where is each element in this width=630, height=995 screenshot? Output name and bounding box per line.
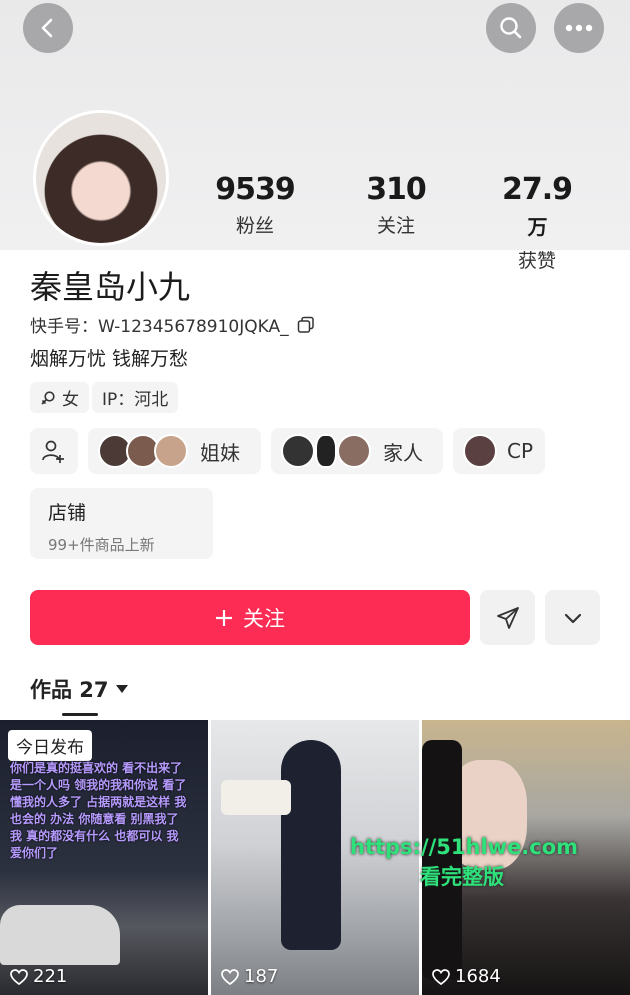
video-thumbnail[interactable]: 今日发布 你们是真的挺喜欢的 看不出来了 是一个人吗 领我的我和你说 看了 懂我… xyxy=(0,720,208,995)
add-friend-button[interactable] xyxy=(30,428,78,474)
group-avatar xyxy=(337,434,371,468)
video-likes: 187 xyxy=(221,966,278,987)
more-button[interactable] xyxy=(554,3,604,53)
avatar[interactable] xyxy=(33,110,169,246)
group-label-sisters: 姐妹 xyxy=(200,440,240,465)
today-badge: 今日发布 xyxy=(8,730,92,761)
shop-title: 店铺 xyxy=(48,502,87,524)
following-count: 310 xyxy=(366,172,427,207)
works-label: 作品 27 xyxy=(30,678,109,702)
video-likes: 221 xyxy=(10,966,67,987)
group-avatar xyxy=(315,434,337,468)
kuaishou-id: 快手号：W-12345678910JQKA_ xyxy=(30,317,289,337)
group-label-family: 家人 xyxy=(383,440,423,465)
likes-count-2: 187 xyxy=(244,966,279,987)
watermark-url: https://51hlwe.com xyxy=(350,835,579,859)
follow-button[interactable]: 关注 xyxy=(30,590,470,645)
video-caption: 你们是真的挺喜欢的 看不出来了 是一个人吗 领我的我和你说 看了 懂我的人多了 … xyxy=(10,761,187,860)
likes-count-3: 1684 xyxy=(455,966,501,987)
sofa-shape xyxy=(221,780,291,815)
fans-count: 9539 xyxy=(215,172,295,207)
group-avatar xyxy=(154,434,188,468)
copy-icon[interactable] xyxy=(297,316,315,334)
tab-indicator xyxy=(62,713,98,716)
group-avatar xyxy=(463,434,497,468)
profile-name: 秦皇岛小九 xyxy=(30,268,191,306)
search-icon xyxy=(500,17,522,39)
search-button[interactable] xyxy=(486,3,536,53)
watermark-text: 看完整版 xyxy=(420,865,504,889)
profile-bio: 烟解万忧 钱解万愁 xyxy=(30,348,189,370)
chevron-left-icon xyxy=(41,18,53,38)
heart-icon xyxy=(432,968,450,985)
video-likes: 1684 xyxy=(432,966,501,987)
stat-following[interactable]: 310 关注 xyxy=(358,172,434,238)
gender-label: 女 xyxy=(62,390,79,410)
likes-unit: 万 xyxy=(527,215,548,239)
ip-tag: IP：河北 xyxy=(92,382,179,413)
kuaishou-id-row: 快手号：W-12345678910JQKA_ xyxy=(30,312,315,337)
figure-shape xyxy=(281,740,341,950)
back-button[interactable] xyxy=(23,3,73,53)
heart-icon xyxy=(221,968,239,985)
stat-likes[interactable]: 27.9 万 获赞 xyxy=(495,172,579,273)
shop-card[interactable]: 店铺 99+件商品上新 xyxy=(30,488,213,559)
send-icon xyxy=(496,606,519,629)
more-dots-icon xyxy=(565,24,593,32)
shop-subtitle: 99+件商品上新 xyxy=(48,536,155,554)
caret-down-icon xyxy=(115,685,128,693)
message-button[interactable] xyxy=(480,590,535,645)
group-avatar xyxy=(281,434,315,468)
following-label: 关注 xyxy=(376,215,415,237)
car-shape xyxy=(0,905,120,965)
tab-works[interactable]: 作品 27 xyxy=(30,674,129,704)
chevron-down-icon xyxy=(564,613,581,623)
likes-count: 27.9 xyxy=(501,172,573,207)
plus-icon xyxy=(216,609,232,626)
female-icon xyxy=(41,390,55,405)
fans-label: 粉丝 xyxy=(235,215,274,237)
expand-button[interactable] xyxy=(545,590,600,645)
group-label-cp: CP xyxy=(507,439,534,463)
likes-count-1: 221 xyxy=(33,966,68,987)
watermark: https://51hlwe.com 看完整版 xyxy=(350,832,578,892)
heart-icon xyxy=(10,968,28,985)
gender-tag: 女 xyxy=(30,382,89,413)
follow-label: 关注 xyxy=(243,606,285,631)
ip-label: IP：河北 xyxy=(102,390,169,410)
group-family[interactable]: 家人 xyxy=(271,428,443,474)
likes-label: 获赞 xyxy=(517,250,556,272)
add-user-icon xyxy=(42,440,64,463)
group-sisters[interactable]: 姐妹 xyxy=(88,428,261,474)
stat-fans[interactable]: 9539 粉丝 xyxy=(215,172,295,238)
group-cp[interactable]: CP xyxy=(453,428,545,474)
